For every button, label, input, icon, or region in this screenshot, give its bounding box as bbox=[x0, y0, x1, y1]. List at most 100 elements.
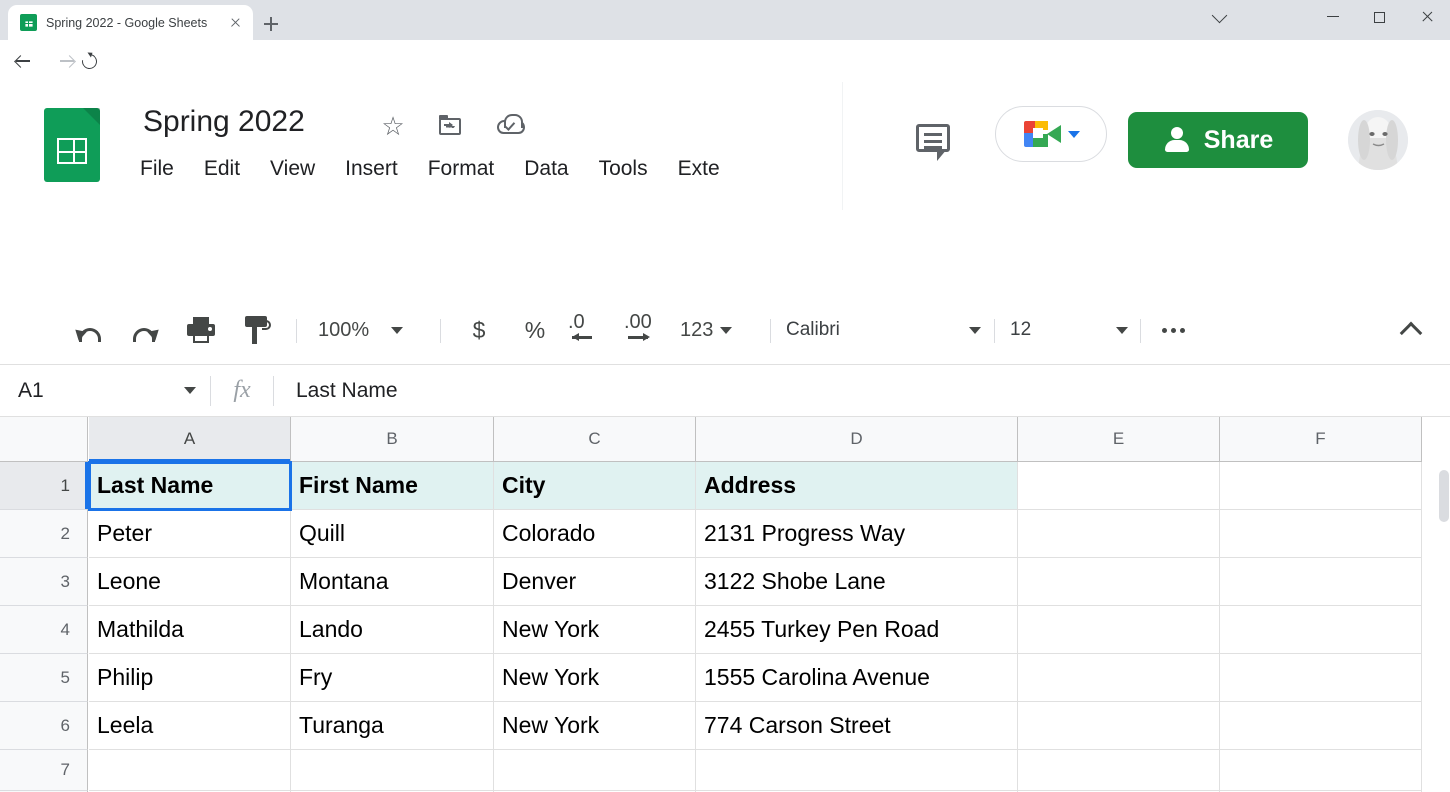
paint-format-icon[interactable] bbox=[238, 311, 276, 349]
cell-e6[interactable] bbox=[1018, 702, 1220, 750]
share-button[interactable]: Share bbox=[1128, 112, 1308, 168]
cell-e7[interactable] bbox=[1018, 750, 1220, 791]
browser-tab[interactable]: Spring 2022 - Google Sheets bbox=[8, 5, 253, 40]
cell-f2[interactable] bbox=[1220, 510, 1422, 558]
cell-c4[interactable]: New York bbox=[494, 606, 696, 654]
font-size-selector[interactable]: 12 bbox=[1010, 311, 1128, 349]
row-header-2[interactable]: 2 bbox=[0, 510, 88, 558]
cell-b4[interactable]: Lando bbox=[291, 606, 494, 654]
cell-e5[interactable] bbox=[1018, 654, 1220, 702]
row-header-5[interactable]: 5 bbox=[0, 654, 88, 702]
cell-c7[interactable] bbox=[494, 750, 696, 791]
menu-item-extensions[interactable]: Exte bbox=[678, 157, 720, 181]
cell-c1[interactable]: City bbox=[494, 462, 696, 510]
cell-d5[interactable]: 1555 Carolina Avenue bbox=[696, 654, 1018, 702]
cell-b2[interactable]: Quill bbox=[291, 510, 494, 558]
menu-item-file[interactable]: File bbox=[140, 157, 174, 181]
formula-input[interactable]: Last Name bbox=[274, 379, 1450, 403]
chevron-down-icon[interactable] bbox=[1068, 131, 1080, 138]
chevron-down-icon[interactable] bbox=[184, 387, 196, 394]
cell-f6[interactable] bbox=[1220, 702, 1422, 750]
cell-a4[interactable]: Mathilda bbox=[89, 606, 291, 654]
cell-f5[interactable] bbox=[1220, 654, 1422, 702]
cell-e2[interactable] bbox=[1018, 510, 1220, 558]
row-header-3[interactable]: 3 bbox=[0, 558, 88, 606]
move-to-folder-icon[interactable] bbox=[433, 109, 467, 143]
cell-d4[interactable]: 2455 Turkey Pen Road bbox=[696, 606, 1018, 654]
star-icon[interactable]: ☆ bbox=[376, 109, 410, 143]
zoom-level-selector[interactable]: 100% bbox=[318, 311, 428, 349]
close-window-button[interactable] bbox=[1404, 0, 1450, 34]
document-title[interactable]: Spring 2022 bbox=[143, 105, 305, 139]
cell-a2[interactable]: Peter bbox=[89, 510, 291, 558]
cell-b7[interactable] bbox=[291, 750, 494, 791]
cell-e3[interactable] bbox=[1018, 558, 1220, 606]
cell-c6[interactable]: New York bbox=[494, 702, 696, 750]
vertical-scrollbar[interactable] bbox=[1436, 462, 1450, 792]
cell-a7[interactable] bbox=[89, 750, 291, 791]
cell-a6[interactable]: Leela bbox=[89, 702, 291, 750]
cell-e4[interactable] bbox=[1018, 606, 1220, 654]
google-meet-button[interactable] bbox=[995, 106, 1107, 162]
cell-b3[interactable]: Montana bbox=[291, 558, 494, 606]
cell-b5[interactable]: Fry bbox=[291, 654, 494, 702]
cloud-saved-icon[interactable] bbox=[494, 109, 528, 143]
cell-b1[interactable]: First Name bbox=[291, 462, 494, 510]
cell-e1[interactable] bbox=[1018, 462, 1220, 510]
comment-icon[interactable] bbox=[911, 119, 957, 165]
menu-item-format[interactable]: Format bbox=[428, 157, 495, 181]
column-header-b[interactable]: B bbox=[291, 417, 494, 462]
undo-icon[interactable] bbox=[70, 311, 108, 349]
cell-d2[interactable]: 2131 Progress Way bbox=[696, 510, 1018, 558]
menu-item-edit[interactable]: Edit bbox=[204, 157, 240, 181]
close-tab-icon[interactable] bbox=[225, 13, 245, 33]
number-format-selector[interactable]: 123 bbox=[680, 311, 760, 349]
row-header-1[interactable]: 1 bbox=[0, 462, 88, 510]
row-header-6[interactable]: 6 bbox=[0, 702, 88, 750]
decrease-decimal-button[interactable]: .0 bbox=[568, 311, 606, 349]
format-percent-button[interactable]: % bbox=[518, 311, 552, 349]
cell-a3[interactable]: Leone bbox=[89, 558, 291, 606]
column-header-f[interactable]: F bbox=[1220, 417, 1422, 462]
minimize-button[interactable] bbox=[1310, 0, 1356, 34]
cell-c2[interactable]: Colorado bbox=[494, 510, 696, 558]
increase-decimal-button[interactable]: .00 bbox=[624, 311, 666, 349]
column-header-e[interactable]: E bbox=[1018, 417, 1220, 462]
menu-item-insert[interactable]: Insert bbox=[345, 157, 398, 181]
account-avatar[interactable] bbox=[1348, 110, 1408, 170]
chevron-down-icon[interactable] bbox=[1196, 0, 1242, 34]
cell-f7[interactable] bbox=[1220, 750, 1422, 791]
cell-a1[interactable]: Last Name bbox=[89, 462, 291, 510]
menu-item-tools[interactable]: Tools bbox=[599, 157, 648, 181]
cell-d3[interactable]: 3122 Shobe Lane bbox=[696, 558, 1018, 606]
cell-d7[interactable] bbox=[696, 750, 1018, 791]
format-currency-button[interactable]: $ bbox=[462, 311, 496, 349]
scrollbar-thumb[interactable] bbox=[1439, 470, 1449, 522]
cell-d1[interactable]: Address bbox=[696, 462, 1018, 510]
cell-f3[interactable] bbox=[1220, 558, 1422, 606]
cell-d6[interactable]: 774 Carson Street bbox=[696, 702, 1018, 750]
cell-c5[interactable]: New York bbox=[494, 654, 696, 702]
menu-item-view[interactable]: View bbox=[270, 157, 315, 181]
column-header-a[interactable]: A bbox=[89, 417, 291, 462]
column-header-d[interactable]: D bbox=[696, 417, 1018, 462]
print-icon[interactable] bbox=[182, 311, 220, 349]
cell-c3[interactable]: Denver bbox=[494, 558, 696, 606]
row-header-7[interactable]: 7 bbox=[0, 750, 88, 791]
menu-item-data[interactable]: Data bbox=[524, 157, 568, 181]
redo-icon[interactable] bbox=[126, 311, 164, 349]
column-header-c[interactable]: C bbox=[494, 417, 696, 462]
maximize-button[interactable] bbox=[1356, 0, 1402, 34]
row-header-4[interactable]: 4 bbox=[0, 606, 88, 654]
cell-f1[interactable] bbox=[1220, 462, 1422, 510]
name-box[interactable]: A1 bbox=[0, 365, 210, 417]
cell-a5[interactable]: Philip bbox=[89, 654, 291, 702]
select-all-corner[interactable] bbox=[0, 417, 88, 462]
font-family-selector[interactable]: Calibri bbox=[786, 311, 981, 349]
new-tab-button[interactable] bbox=[258, 11, 284, 37]
more-options-icon[interactable] bbox=[1152, 311, 1194, 349]
cell-b6[interactable]: Turanga bbox=[291, 702, 494, 750]
reload-button[interactable] bbox=[74, 46, 104, 76]
cell-f4[interactable] bbox=[1220, 606, 1422, 654]
collapse-toolbar-icon[interactable] bbox=[1392, 311, 1436, 349]
